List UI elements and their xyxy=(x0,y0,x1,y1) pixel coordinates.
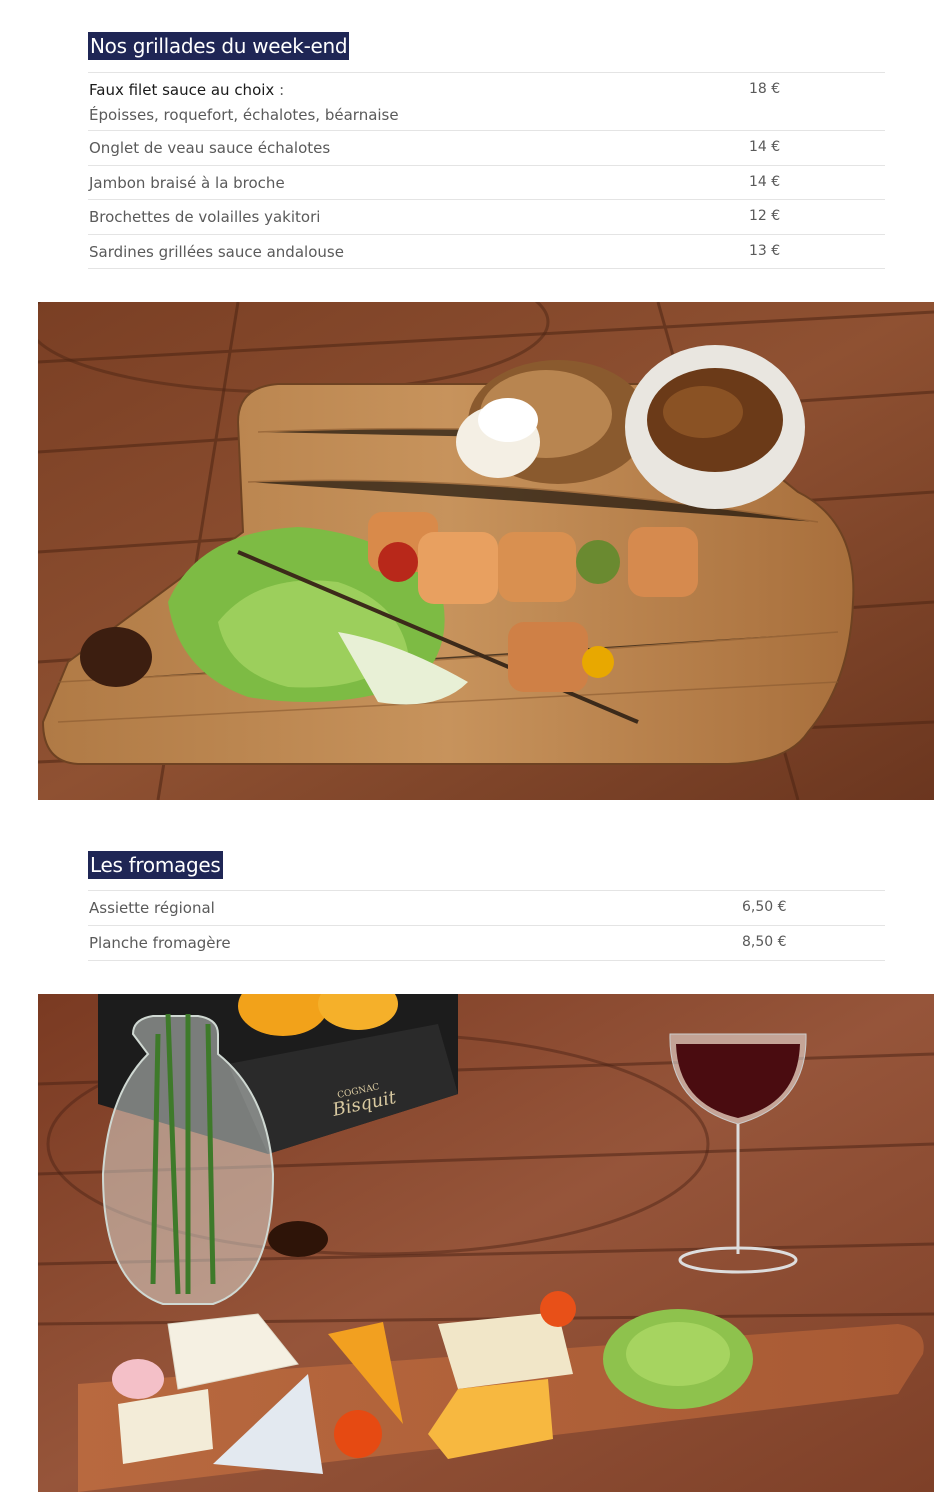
menu-item-price: 14 € xyxy=(749,174,781,190)
menu-item-price: 8,50 € xyxy=(742,934,787,950)
fromages-list: Assiette régional 6,50 € Planche fromagè… xyxy=(88,890,885,961)
menu-item-detail: Époisses, roquefort, échalotes, béarnais… xyxy=(89,106,399,124)
menu-item-price: 12 € xyxy=(749,208,781,224)
menu-item-name: Planche fromagère xyxy=(89,934,231,952)
menu-item-price: 14 € xyxy=(749,139,781,155)
menu-item-brochettes: Brochettes de volailles yakitori 12 € xyxy=(88,200,885,235)
menu-item-price: 13 € xyxy=(749,243,781,259)
menu-item-name: Faux filet sauce au choix : xyxy=(89,81,285,99)
menu-item-price: 18 € xyxy=(749,81,781,97)
menu-item-price: 6,50 € xyxy=(742,899,787,915)
menu-item-sardines: Sardines grillées sauce andalouse 13 € xyxy=(88,235,885,269)
menu-item-name: Sardines grillées sauce andalouse xyxy=(89,243,344,261)
menu-item-name: Brochettes de volailles yakitori xyxy=(89,208,321,226)
cheese-photo: COGNAC Bisquit xyxy=(38,994,934,1492)
menu-item-name: Onglet de veau sauce échalotes xyxy=(89,139,331,157)
section-title-fromages: Les fromages xyxy=(88,851,223,879)
skewer-photo xyxy=(38,302,934,800)
menu-item-faux-filet: Faux filet sauce au choix : Époisses, ro… xyxy=(88,73,885,131)
menu-item-planche: Planche fromagère 8,50 € xyxy=(88,926,885,961)
menu-item-name: Jambon braisé à la broche xyxy=(89,174,285,192)
menu-item-assiette: Assiette régional 6,50 € xyxy=(88,891,885,926)
menu-item-jambon: Jambon braisé à la broche 14 € xyxy=(88,166,885,200)
grillades-list: Faux filet sauce au choix : Époisses, ro… xyxy=(88,72,885,269)
menu-item-onglet: Onglet de veau sauce échalotes 14 € xyxy=(88,131,885,166)
section-title-grillades: Nos grillades du week-end xyxy=(88,32,350,60)
menu-item-name: Assiette régional xyxy=(89,899,215,917)
